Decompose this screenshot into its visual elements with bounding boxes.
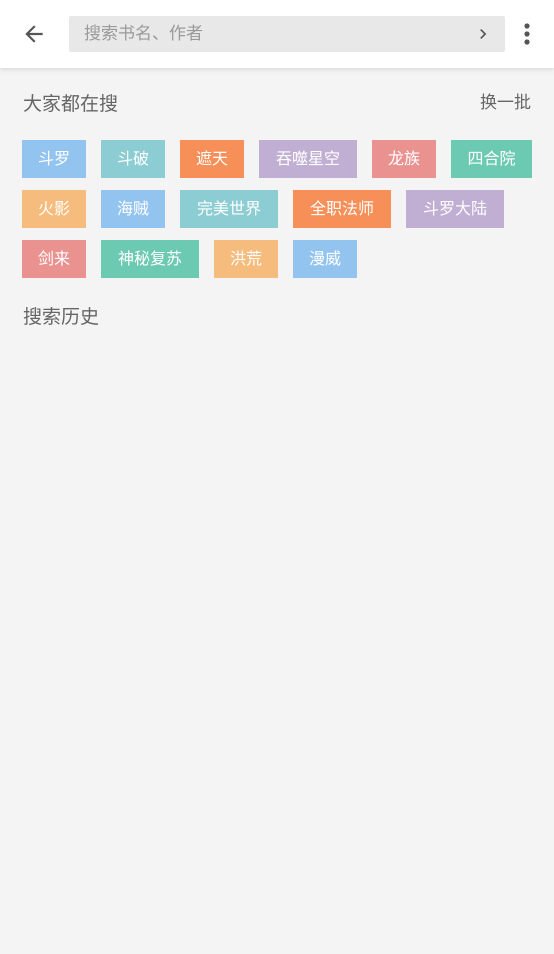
hot-tag-8[interactable]: 完美世界 [180, 190, 278, 228]
arrow-left-icon [25, 25, 43, 43]
hot-tag-4[interactable]: 龙族 [372, 140, 436, 178]
more-vert-icon [524, 23, 530, 45]
hot-tag-7[interactable]: 海贼 [101, 190, 165, 228]
back-button[interactable] [14, 14, 54, 54]
hot-tag-11[interactable]: 剑来 [22, 240, 86, 278]
hot-tag-3[interactable]: 吞噬星空 [259, 140, 357, 178]
hot-tag-5[interactable]: 四合院 [451, 140, 532, 178]
hot-search-title: 大家都在搜 [23, 93, 119, 115]
search-box [69, 16, 505, 52]
hot-tag-0[interactable]: 斗罗 [22, 140, 86, 178]
hot-tag-10[interactable]: 斗罗大陆 [406, 190, 504, 228]
hot-tag-12[interactable]: 神秘复苏 [101, 240, 199, 278]
chevron-right-icon [480, 29, 487, 39]
hot-tag-9[interactable]: 全职法师 [293, 190, 391, 228]
hot-tag-2[interactable]: 遮天 [180, 140, 244, 178]
refresh-batch-button[interactable]: 换一批 [480, 91, 531, 115]
hot-tag-14[interactable]: 漫威 [293, 240, 357, 278]
more-options-button[interactable] [512, 18, 542, 50]
hot-tag-6[interactable]: 火影 [22, 190, 86, 228]
search-history-title: 搜索历史 [23, 306, 100, 328]
top-app-bar [0, 0, 554, 68]
search-submit-button[interactable] [469, 20, 497, 48]
hot-tag-1[interactable]: 斗破 [101, 140, 165, 178]
hot-tag-13[interactable]: 洪荒 [214, 240, 278, 278]
search-input[interactable] [69, 16, 459, 52]
